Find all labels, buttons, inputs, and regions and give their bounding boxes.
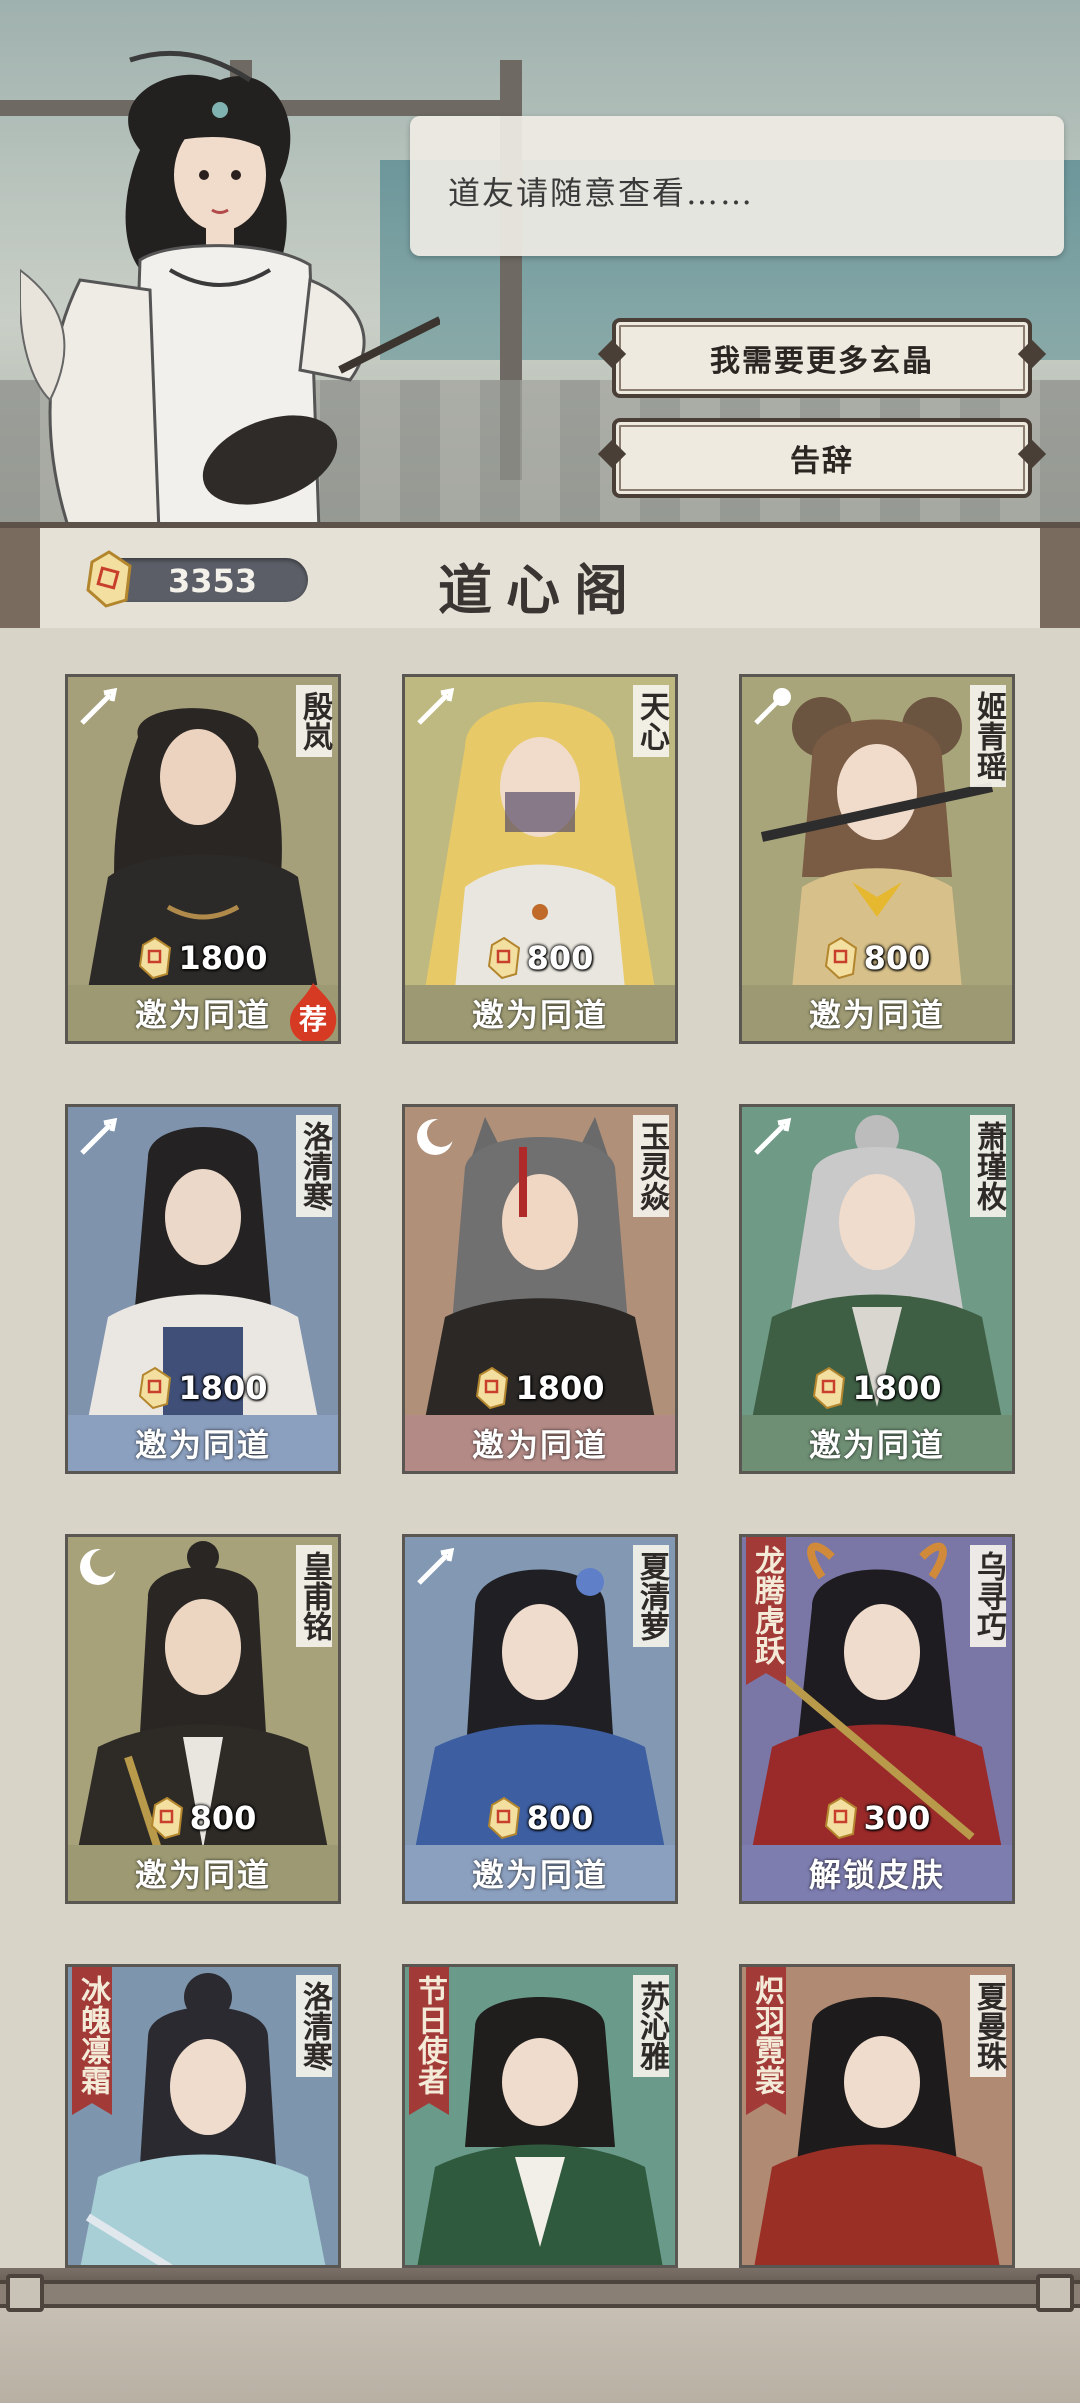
recommended-badge: 荐 [290,983,337,1041]
price-value: 800 [526,939,594,977]
character-name: 天心 [633,685,669,757]
companion-card[interactable]: 萧瑾枚 1800 邀为同道 [739,1104,1015,1474]
sword-icon [754,1117,792,1155]
price-row: 800 [405,935,675,981]
moon-icon [80,1549,118,1585]
price-value: 1800 [178,939,268,977]
price-row: 800 [405,1795,675,1841]
price-value: 800 [526,1799,594,1837]
crystal-icon [487,1796,520,1840]
price-row: 300 [742,1795,1012,1841]
companion-card[interactable]: 冰魄凛霜 洛清寒 [65,1964,341,2268]
character-name: 乌寻巧 [970,1545,1006,1647]
shop-header: 3353 道心阁 [0,522,1080,634]
mace-icon [754,688,791,725]
frame-ornament [6,2274,44,2312]
price-row: 800 [68,1795,338,1841]
crystal-icon [824,1796,857,1840]
character-name: 萧瑾枚 [970,1115,1006,1217]
companion-grid: 殷岚 1800 邀为同道 荐 天心 800 邀为同道 姬青瑶 800 邀为同道 … [0,628,1080,2268]
sword-icon [417,1547,455,1585]
character-name: 夏曼珠 [970,1975,1006,2077]
invite-button[interactable]: 邀为同道 [742,985,1012,1041]
crystal-icon [150,1796,183,1840]
skin-tag: 炽羽霓裳 [746,1967,786,2115]
companion-card[interactable]: 姬青瑶 800 邀为同道 [739,674,1015,1044]
companion-card[interactable]: 洛清寒 1800 邀为同道 [65,1104,341,1474]
leave-button[interactable]: 告辞 [612,418,1032,498]
companion-card[interactable]: 节日使者 苏沁雅 [402,1964,678,2268]
price-value: 800 [863,939,931,977]
npc-speech-text: 道友请随意查看…… [448,174,755,212]
price-row: 1800 [742,1365,1012,1411]
invite-button[interactable]: 邀为同道 [742,1415,1012,1471]
npc-lady-illustration [20,50,440,540]
price-value: 1800 [852,1369,942,1407]
unlock-skin-button[interactable]: 解锁皮肤 [742,1845,1012,1901]
crystal-icon [813,1366,846,1410]
character-name: 殷岚 [296,685,332,757]
companion-card[interactable]: 夏清萝 800 邀为同道 [402,1534,678,1904]
price-value: 1800 [515,1369,605,1407]
crystal-icon [139,936,172,980]
companion-card[interactable]: 玉灵焱 1800 邀为同道 [402,1104,678,1474]
more-crystal-button[interactable]: 我需要更多玄晶 [612,318,1032,398]
bottom-frame [0,2268,1080,2403]
price-row: 1800 [68,935,338,981]
skin-tag: 节日使者 [409,1967,449,2115]
price-row: 1800 [68,1365,338,1411]
recommended-label: 荐 [299,1003,327,1036]
character-name: 洛清寒 [296,1975,332,2077]
sword-icon [80,687,118,725]
price-value: 1800 [178,1369,268,1407]
companion-card[interactable]: 皇甫铭 800 邀为同道 [65,1534,341,1904]
invite-button[interactable]: 邀为同道 [405,1845,675,1901]
character-name: 苏沁雅 [633,1975,669,2077]
character-name: 姬青瑶 [970,685,1006,787]
companion-card[interactable]: 炽羽霓裳 夏曼珠 [739,1964,1015,2268]
character-name: 洛清寒 [296,1115,332,1217]
price-row: 800 [742,935,1012,981]
frame-bar [0,2280,1080,2308]
crystal-icon [487,936,520,980]
price-value: 300 [863,1799,931,1837]
character-name: 玉灵焱 [633,1115,669,1217]
skin-tag: 龙腾虎跃 [746,1537,786,1685]
frame-ornament [1036,2274,1074,2312]
invite-button[interactable]: 邀为同道 [405,985,675,1041]
sword-icon [417,687,455,725]
character-name: 皇甫铭 [296,1545,332,1647]
invite-button[interactable]: 邀为同道 [405,1415,675,1471]
moon-icon [417,1119,455,1155]
invite-button[interactable]: 邀为同道 [68,1415,338,1471]
price-row: 1800 [405,1365,675,1411]
page-title: 道心阁 [438,558,642,622]
skin-tag: 冰魄凛霜 [72,1967,112,2115]
character-name: 夏清萝 [633,1545,669,1647]
crystal-icon [139,1366,172,1410]
price-value: 800 [189,1799,257,1837]
companion-card[interactable]: 殷岚 1800 邀为同道 荐 [65,674,341,1044]
crystal-icon [476,1366,509,1410]
sword-icon [80,1117,118,1155]
invite-button[interactable]: 邀为同道 [68,1845,338,1901]
npc-speech-bubble: 道友请随意查看…… [410,116,1064,256]
crystal-icon [824,936,857,980]
companion-card[interactable]: 龙腾虎跃 乌寻巧 300 解锁皮肤 [739,1534,1015,1904]
companion-card[interactable]: 天心 800 邀为同道 [402,674,678,1044]
